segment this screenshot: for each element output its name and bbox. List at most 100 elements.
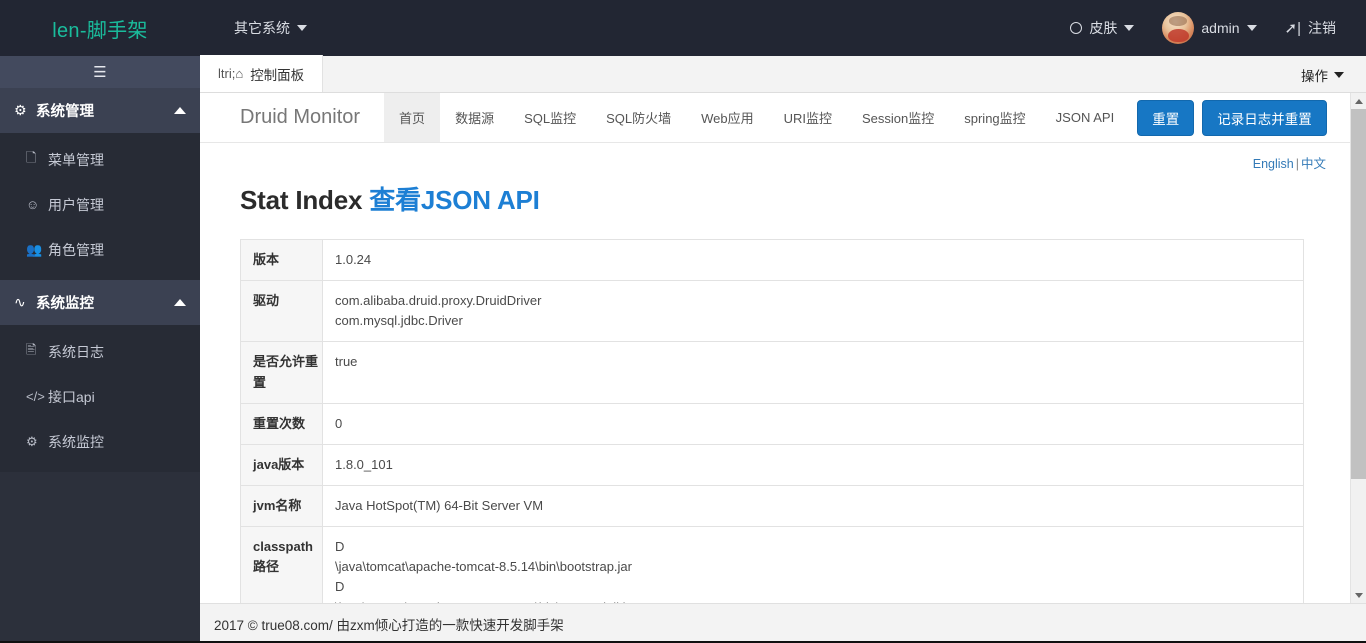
dashboard-icon: ⚙ <box>26 433 38 449</box>
druid-tab-sql-monitor[interactable]: SQL监控 <box>509 93 591 142</box>
tab-dashboard-label: 控制面板 <box>250 67 305 83</box>
value-line: D <box>335 579 345 595</box>
table-cell-value: Java HotSpot(TM) 64-Bit Server VM <box>322 484 1304 528</box>
gear-icon: ⚙ <box>14 102 27 118</box>
table-cell-key: 版本 <box>240 238 323 282</box>
stat-index-table: 版本 1.0.24 驱动 com.alibaba.druid.proxy.Dru… <box>240 238 1304 603</box>
sidebar-item-label: 接口api <box>48 388 95 405</box>
table-cell-key: 驱动 <box>240 280 323 343</box>
top-navbar: len-脚手架 其它系统 皮肤 admin ➚| 注销 <box>0 0 1366 56</box>
druid-tab-web-app[interactable]: Web应用 <box>686 93 769 142</box>
chevron-down-icon <box>1124 25 1135 31</box>
value-line: com.alibaba.druid.proxy.DruidDriver <box>335 293 542 309</box>
table-cell-key: java版本 <box>240 443 323 486</box>
sidebar-item-label: 用户管理 <box>48 196 104 213</box>
sidebar-item-label: 角色管理 <box>48 241 104 258</box>
sidebar-group-system-management: ⚙ 系统管理 🗋 菜单管理 ☺ 用户管理 👥 角色管理 <box>0 88 200 280</box>
druid-tab-json-api[interactable]: JSON API <box>1041 93 1130 142</box>
view-json-api-link[interactable]: 查看JSON API <box>369 185 540 215</box>
druid-tab-datasource[interactable]: 数据源 <box>440 93 509 142</box>
value-line: 1.8.0_101 <box>335 456 393 472</box>
druid-tab-label: 数据源 <box>455 111 495 126</box>
users-icon: 👥 <box>26 241 43 257</box>
value-line: com.mysql.jdbc.Driver <box>335 313 463 329</box>
footer-text: 2017 © true08.com/ 由zxm倾心打造的一款快速开发脚手架 <box>214 617 564 633</box>
scrollbar-thumb[interactable] <box>1351 109 1366 479</box>
table-row: 是否允许重置 true <box>240 341 1304 404</box>
sidebar-item-label: 系统监控 <box>48 433 104 450</box>
stat-index-table-body: 版本 1.0.24 驱动 com.alibaba.druid.proxy.Dru… <box>240 238 1304 603</box>
page-tabstrip: ltri;⌂ 控制面板 操作 <box>200 55 1366 93</box>
operations-menu[interactable]: 操作 <box>1301 65 1344 85</box>
table-row: 版本 1.0.24 <box>240 238 1304 282</box>
table-cell-key: jvm名称 <box>240 484 323 528</box>
table-row: 重置次数 0 <box>240 402 1304 445</box>
sidebar-item-interface-api[interactable]: </> 接口api <box>0 374 200 419</box>
druid-tab-sql-firewall[interactable]: SQL防火墙 <box>591 93 686 142</box>
brand-logo[interactable]: len-脚手架 <box>0 14 200 43</box>
druid-tab-spring-monitor[interactable]: spring监控 <box>949 93 1040 142</box>
lang-chinese-link[interactable]: 中文 <box>1301 157 1326 171</box>
content-scrollbar[interactable] <box>1350 93 1366 603</box>
table-row: 驱动 com.alibaba.druid.proxy.DruidDriver c… <box>240 280 1304 343</box>
sidebar-item-user-management[interactable]: ☺ 用户管理 <box>0 182 200 227</box>
nav-other-systems[interactable]: 其它系统 <box>234 18 307 38</box>
sidebar: ☰ ⚙ 系统管理 🗋 菜单管理 ☺ 用户管理 👥 角色管理 ∿ 系统监控 🖹 系… <box>0 56 200 643</box>
sidebar-toggle-button[interactable]: ☰ <box>0 56 200 88</box>
table-cell-value: true <box>322 341 1304 404</box>
value-line: 0 <box>335 415 343 431</box>
file-text-icon: 🖹 <box>26 341 37 357</box>
logout-button[interactable]: ➚| 注销 <box>1271 0 1350 56</box>
sidebar-group-header-system-management[interactable]: ⚙ 系统管理 <box>0 88 200 133</box>
table-cell-value: 1.8.0_101 <box>322 443 1304 486</box>
avatar <box>1162 12 1195 44</box>
page-footer: 2017 © true08.com/ 由zxm倾心打造的一款快速开发脚手架 <box>200 603 1366 643</box>
sidebar-group-header-system-monitor[interactable]: ∿ 系统监控 <box>0 280 200 325</box>
table-row: jvm名称 Java HotSpot(TM) 64-Bit Server VM <box>240 484 1304 528</box>
skin-label: 皮肤 <box>1089 20 1118 36</box>
skin-switcher[interactable]: 皮肤 <box>1056 0 1148 56</box>
reset-button[interactable]: 重置 <box>1137 99 1195 136</box>
druid-tab-label: Web应用 <box>701 111 754 126</box>
user-menu[interactable]: admin <box>1148 0 1270 56</box>
sidebar-group-label: 系统管理 <box>36 104 94 120</box>
table-cell-value: D \java\tomcat\apache-tomcat-8.5.14\bin\… <box>322 526 1304 603</box>
sidebar-item-role-management[interactable]: 👥 角色管理 <box>0 227 200 272</box>
druid-navbar: Druid Monitor 首页 数据源 SQL监控 SQL防火墙 Web应用 … <box>200 93 1366 143</box>
druid-tab-label: 首页 <box>399 111 426 126</box>
hamburger-icon: ☰ <box>93 64 107 81</box>
druid-brand[interactable]: Druid Monitor <box>200 93 384 142</box>
value-line: 1.0.24 <box>335 252 372 267</box>
lang-english-link[interactable]: English <box>1253 157 1294 171</box>
druid-content-frame: Druid Monitor 首页 数据源 SQL监控 SQL防火墙 Web应用 … <box>200 93 1366 603</box>
sidebar-submenu-system-management: 🗋 菜单管理 ☺ 用户管理 👥 角色管理 <box>0 133 200 280</box>
language-switcher: English | 中文 <box>240 143 1326 172</box>
chevron-down-icon <box>1246 25 1257 31</box>
table-cell-key: classpath路径 <box>240 526 323 603</box>
chevron-up-icon <box>174 107 186 114</box>
chevron-down-icon <box>1334 72 1344 78</box>
page-title-text: Stat Index <box>240 185 363 215</box>
sidebar-item-menu-management[interactable]: 🗋 菜单管理 <box>0 137 200 182</box>
log-and-reset-button[interactable]: 记录日志并重置 <box>1202 99 1327 136</box>
sidebar-item-system-log[interactable]: 🖹 系统日志 <box>0 329 200 374</box>
tab-dashboard[interactable]: ltri;⌂ 控制面板 <box>200 55 324 92</box>
druid-tab-label: spring监控 <box>964 111 1026 126</box>
logout-label: 注销 <box>1308 20 1336 36</box>
druid-tab-session-monitor[interactable]: Session监控 <box>847 93 949 142</box>
value-line: D <box>335 539 345 555</box>
circle-outline-icon <box>1070 22 1083 34</box>
table-cell-value: com.alibaba.druid.proxy.DruidDriver com.… <box>322 280 1304 343</box>
sidebar-group-system-monitor: ∿ 系统监控 🖹 系统日志 </> 接口api ⚙ 系统监控 <box>0 280 200 472</box>
list-alt-icon: 🗋 <box>26 149 37 165</box>
chevron-up-icon <box>174 299 186 306</box>
home-icon: ltri;⌂ <box>218 66 244 81</box>
sidebar-item-system-monitor[interactable]: ⚙ 系统监控 <box>0 419 200 464</box>
druid-tab-home[interactable]: 首页 <box>384 93 441 142</box>
table-row: java版本 1.8.0_101 <box>240 443 1304 486</box>
scroll-down-arrow-icon[interactable] <box>1351 587 1366 603</box>
druid-tab-label: URI监控 <box>783 111 832 126</box>
scroll-up-arrow-icon[interactable] <box>1351 93 1366 109</box>
value-line: \java\tomcat\apache-tomcat-8.5.14\bin\bo… <box>335 559 632 575</box>
druid-tab-uri-monitor[interactable]: URI监控 <box>769 93 847 142</box>
